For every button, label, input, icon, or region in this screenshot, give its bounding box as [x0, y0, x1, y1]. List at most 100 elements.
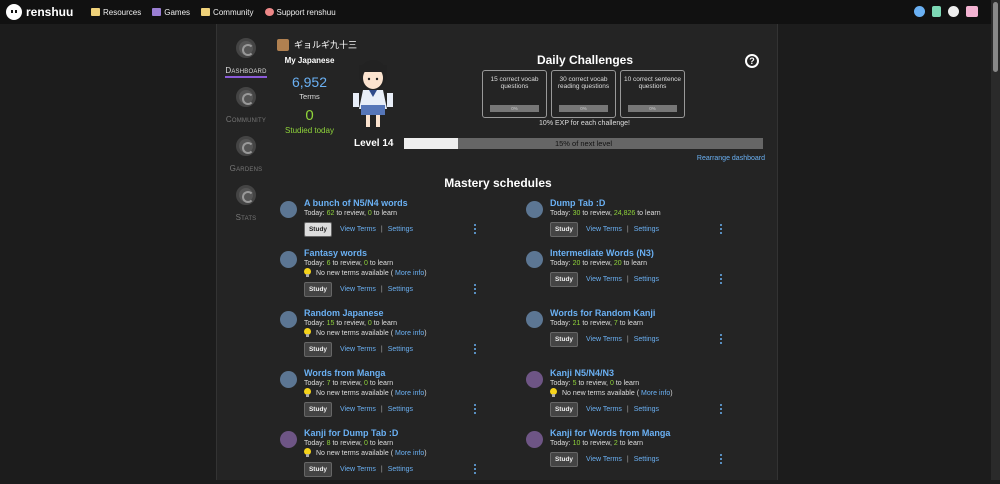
view-terms-link[interactable]: View Terms [586, 406, 622, 413]
settings-link[interactable]: Settings [634, 276, 659, 283]
view-terms-link[interactable]: View Terms [586, 226, 622, 233]
nav-resources[interactable]: Resources [91, 8, 141, 17]
community-icon [236, 87, 256, 107]
settings-link[interactable]: Settings [634, 336, 659, 343]
schedule-name[interactable]: Kanji for Dump Tab :D [304, 428, 398, 438]
settings-link[interactable]: Settings [388, 466, 413, 473]
study-button[interactable]: Study [304, 222, 332, 237]
more-info-link[interactable]: More info [395, 450, 424, 457]
schedule-name[interactable]: Words from Manga [304, 368, 385, 378]
sidenav-community[interactable]: Community [222, 87, 270, 127]
settings-link[interactable]: Settings [634, 226, 659, 233]
no-new-terms-note: No new terms available (More info) [304, 448, 427, 458]
view-terms-link[interactable]: View Terms [586, 336, 622, 343]
schedule-name[interactable]: Kanji for Words from Manga [550, 428, 670, 438]
study-button[interactable]: Study [550, 222, 578, 237]
study-button[interactable]: Study [550, 332, 578, 347]
help-circle-icon[interactable] [914, 6, 925, 17]
study-button[interactable]: Study [304, 462, 332, 477]
today-label: Today: [304, 210, 325, 217]
gardens-icon [236, 136, 256, 156]
more-options-icon[interactable] [474, 224, 476, 234]
page-scrollbar[interactable] [991, 0, 1000, 480]
settings-link[interactable]: Settings [634, 406, 659, 413]
schedule-card: Words from Manga Today: 7 to review, 0 to… [280, 368, 480, 424]
settings-link[interactable]: Settings [634, 456, 659, 463]
separator: | [380, 406, 383, 413]
more-options-icon[interactable] [474, 404, 476, 414]
review-count: 10 [572, 440, 581, 447]
more-options-icon[interactable] [720, 334, 722, 344]
rearrange-dashboard-link[interactable]: Rearrange dashboard [697, 155, 765, 162]
schedule-name[interactable]: Random Japanese [304, 308, 384, 318]
more-options-icon[interactable] [474, 284, 476, 294]
username[interactable]: ギョルギ九十三 [294, 38, 357, 51]
more-options-icon[interactable] [720, 224, 722, 234]
no-new-terms-note: No new terms available (More info) [304, 268, 427, 278]
study-button[interactable]: Study [304, 342, 332, 357]
sidenav-gardens[interactable]: Gardens [222, 136, 270, 176]
schedule-icon [280, 431, 297, 448]
more-options-icon[interactable] [720, 454, 722, 464]
view-terms-link[interactable]: View Terms [340, 286, 376, 293]
more-info-link[interactable]: More info [641, 390, 670, 397]
view-terms-link[interactable]: View Terms [340, 346, 376, 353]
challenge-card[interactable]: 15 correct vocab questions 0% [482, 70, 547, 118]
today-label: Today: [304, 260, 325, 267]
schedule-name[interactable]: Fantasy words [304, 248, 367, 258]
view-terms-link[interactable]: View Terms [586, 456, 622, 463]
chat-bubble-icon[interactable] [948, 6, 959, 17]
nav-community[interactable]: Community [201, 8, 254, 17]
settings-link[interactable]: Settings [388, 346, 413, 353]
mail-icon[interactable] [966, 6, 978, 17]
challenge-card[interactable]: 30 correct vocab reading questions 0% [551, 70, 616, 118]
more-options-icon[interactable] [720, 404, 722, 414]
study-button[interactable]: Study [550, 402, 578, 417]
schedule-name[interactable]: Words for Random Kanji [550, 308, 655, 318]
help-icon[interactable]: ? [745, 54, 759, 68]
nav-support[interactable]: Support renshuu [264, 8, 336, 17]
to-learn-label: to learn [373, 210, 398, 217]
schedule-name[interactable]: Kanji N5/N4/N3 [550, 368, 614, 378]
schedule-card: Words for Random Kanji Today: 21 to revie… [526, 308, 726, 364]
more-info-link[interactable]: More info [395, 390, 424, 397]
to-review-label: to review, [332, 380, 363, 387]
today-label: Today: [550, 210, 571, 217]
study-button[interactable]: Study [304, 282, 332, 297]
schedule-name[interactable]: Intermediate Words (N3) [550, 248, 654, 258]
more-options-icon[interactable] [474, 344, 476, 354]
view-terms-link[interactable]: View Terms [340, 466, 376, 473]
my-language-summary: My Japanese 6,952 Terms 0 Studied today [277, 56, 342, 135]
sidenav-dashboard[interactable]: Dashboard [222, 38, 270, 78]
nav-games[interactable]: Games [152, 8, 190, 17]
study-button[interactable]: Study [304, 402, 332, 417]
settings-link[interactable]: Settings [388, 226, 413, 233]
view-terms-link[interactable]: View Terms [340, 406, 376, 413]
schedule-name[interactable]: A bunch of N5/N4 words [304, 198, 408, 208]
separator: | [626, 276, 629, 283]
study-button[interactable]: Study [550, 272, 578, 287]
separator: | [380, 286, 383, 293]
more-info-link[interactable]: More info [395, 270, 424, 277]
today-label: Today: [550, 320, 571, 327]
view-terms-link[interactable]: View Terms [586, 276, 622, 283]
challenge-card[interactable]: 10 correct sentence questions 0% [620, 70, 685, 118]
renshuu-logo[interactable]: renshuu [6, 4, 91, 20]
sidenav-stats[interactable]: Stats [222, 185, 270, 225]
more-options-icon[interactable] [720, 274, 722, 284]
settings-link[interactable]: Settings [388, 406, 413, 413]
sidenav-label: Gardens [229, 164, 263, 173]
study-button[interactable]: Study [550, 452, 578, 467]
schedule-actions: Study View Terms | Settings [304, 282, 413, 297]
schedule-name[interactable]: Dump Tab :D [550, 198, 605, 208]
to-learn-label: to learn [369, 440, 394, 447]
notebook-icon[interactable] [932, 6, 941, 17]
scrollbar-thumb[interactable] [993, 2, 998, 72]
more-info-link[interactable]: More info [395, 330, 424, 337]
challenge-text: 10 correct sentence questions [623, 76, 682, 90]
more-options-icon[interactable] [474, 464, 476, 474]
avatar[interactable] [277, 38, 289, 51]
settings-link[interactable]: Settings [388, 286, 413, 293]
view-terms-link[interactable]: View Terms [340, 226, 376, 233]
schedule-icon [526, 311, 543, 328]
